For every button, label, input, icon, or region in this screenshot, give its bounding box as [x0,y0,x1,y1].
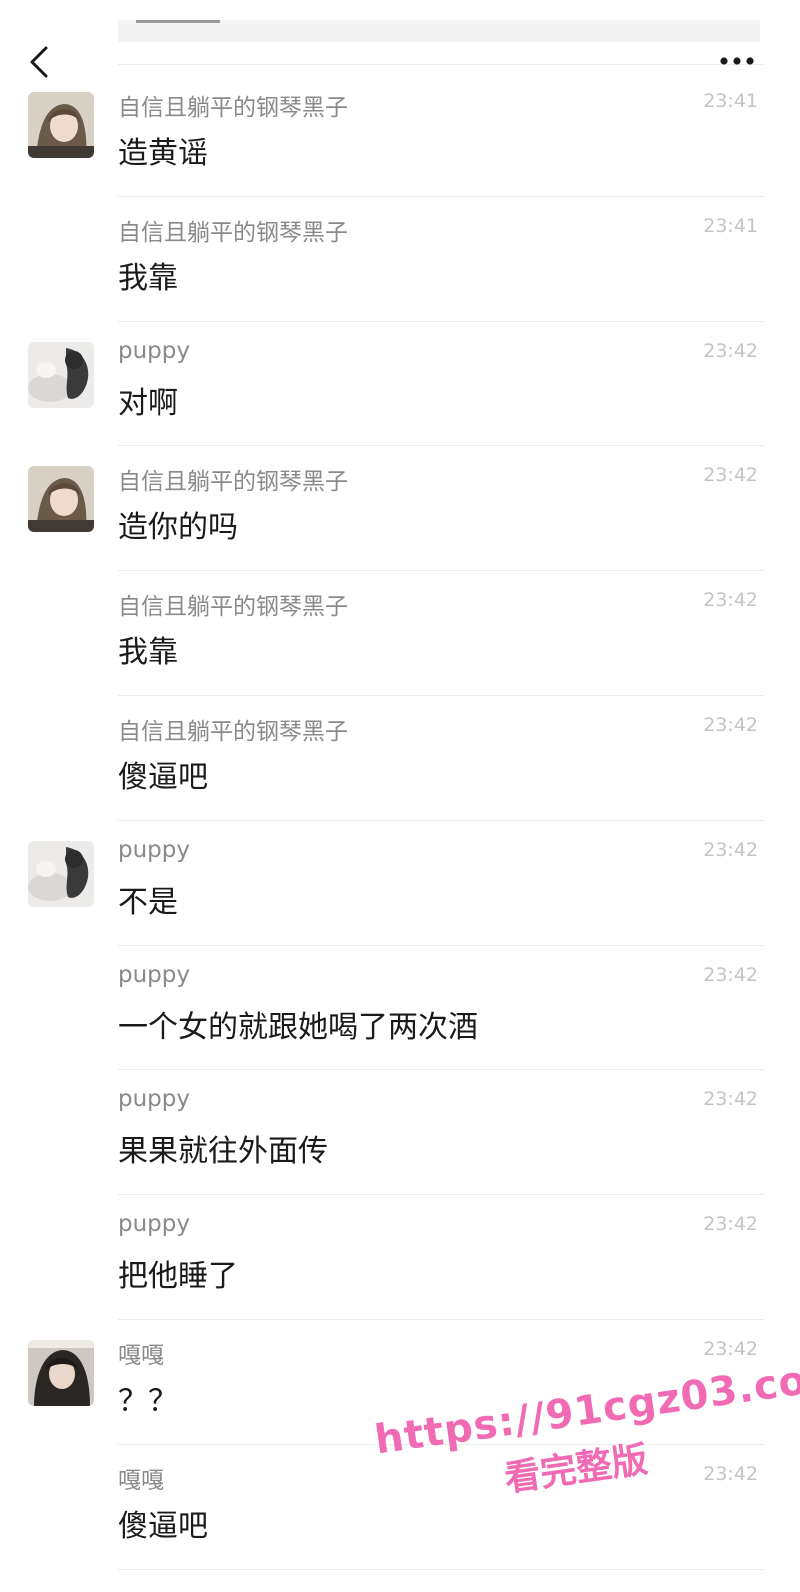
message-text: 果果就往外面传 [118,1134,328,1170]
sender-name: puppy [118,836,190,863]
message-row[interactable]: 自信且躺平的钢琴黑子 23:41 造黄谣 [0,72,800,197]
message-time: 23:42 [703,339,758,362]
message-time: 23:42 [703,963,758,986]
message-time: 23:41 [703,214,758,237]
avatar[interactable] [28,92,94,158]
row-divider [118,1568,764,1570]
avatar-girl-image [28,466,94,533]
avatar-cat-image [28,341,94,408]
message-text: 把他睡了 [118,1259,238,1295]
message-time: 23:42 [703,1213,758,1236]
sender-name: 自信且躺平的钢琴黑子 [118,95,348,121]
sender-name: 自信且躺平的钢琴黑子 [118,219,348,246]
avatar-girl-image [28,92,94,158]
message-row[interactable]: puppy 23:42 对啊 [0,322,800,447]
message-row[interactable]: 自信且躺平的钢琴黑子 23:42 傻逼吧 [0,696,800,821]
message-time: 23:42 [703,838,758,861]
message-time: 23:41 [703,90,758,112]
search-bar-stub [136,20,220,23]
message-text: 我靠 [118,260,178,296]
message-row[interactable]: 自信且躺平的钢琴黑子 23:42 我靠 [0,571,800,696]
message-text: 造你的吗 [118,510,238,546]
message-time: 23:42 [703,464,758,487]
header-divider [118,64,764,65]
message-row[interactable]: 自信且躺平的钢琴黑子 23:42 造你的吗 [0,446,800,572]
message-row[interactable]: puppy 23:42 一个女的就跟她喝了两次酒 [0,946,800,1071]
message-row[interactable]: puppy 23:42 果果就往外面传 [0,1070,800,1196]
message-text: 我靠 [118,635,178,671]
avatar-cat-image [28,840,94,907]
sender-name: puppy [118,337,190,364]
message-text: ？？ [118,1383,178,1419]
sender-name: puppy [118,1086,190,1113]
sender-name: puppy [118,961,190,988]
sender-name: puppy [118,1211,190,1238]
avatar[interactable] [28,341,94,408]
search-bar-remnant[interactable] [118,20,760,42]
message-text: 傻逼吧 [118,1508,208,1544]
avatar[interactable] [28,466,94,533]
message-time: 23:42 [703,1337,758,1360]
message-row[interactable]: puppy 23:42 把他睡了 [0,1195,800,1320]
avatar[interactable] [28,1339,94,1406]
sender-name: 自信且躺平的钢琴黑子 [118,469,348,496]
sender-name: 自信且躺平的钢琴黑子 [118,594,348,621]
message-text: 不是 [118,884,178,920]
message-text: 造黄谣 [118,136,208,171]
message-text: 一个女的就跟她喝了两次酒 [118,1009,478,1045]
message-time: 23:42 [703,1088,758,1111]
sender-name: 自信且躺平的钢琴黑子 [118,718,348,745]
sender-name: 嘎嘎 [118,1467,164,1494]
avatar[interactable] [28,840,94,907]
message-text: 对啊 [118,385,178,421]
message-time: 23:42 [703,589,758,612]
message-row[interactable]: 自信且躺平的钢琴黑子 23:41 我靠 [0,197,800,322]
message-list: 自信且躺平的钢琴黑子 23:41 造黄谣 自信且躺平的钢琴黑子 23:41 我靠 puppy… [0,72,800,1570]
message-time: 23:42 [703,713,758,736]
avatar-dark-image [28,1339,94,1406]
sender-name: 嘎嘎 [118,1342,164,1369]
message-text: 傻逼吧 [118,759,208,795]
message-row[interactable]: puppy 23:42 不是 [0,821,800,946]
